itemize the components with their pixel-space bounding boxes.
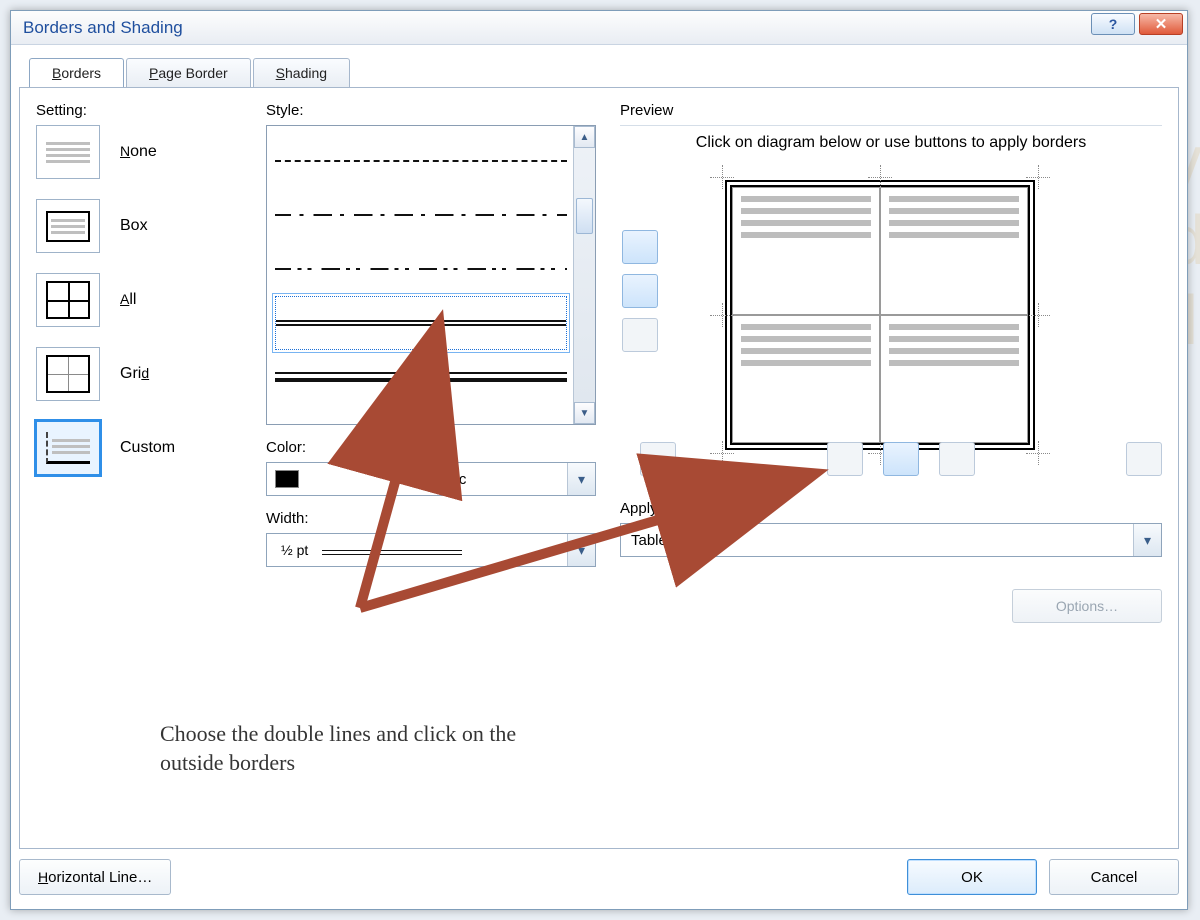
diag-down-button[interactable] [640, 442, 676, 476]
dialog-body: Borders Page Border Shading Setting: Non… [11, 45, 1187, 909]
setting-box[interactable]: Box [36, 199, 266, 253]
color-combo[interactable]: Automatic [266, 462, 596, 496]
window-title: Borders and Shading [17, 18, 183, 38]
titlebar: Borders and Shading ? ✕ [11, 11, 1187, 45]
style-dash-dot[interactable] [275, 188, 567, 242]
apply-to-row: Apply to: Table Options… [620, 500, 1162, 557]
cancel-button[interactable]: Cancel [1049, 859, 1179, 895]
border-bottom-button[interactable] [622, 318, 658, 352]
diag-up-button[interactable] [1126, 442, 1162, 476]
style-triple[interactable] [275, 350, 567, 404]
style-dashed[interactable] [275, 134, 567, 188]
setting-none-icon [36, 125, 100, 179]
close-button[interactable]: ✕ [1139, 13, 1183, 35]
border-top-button[interactable] [622, 230, 658, 264]
settings-label: Setting: [36, 102, 266, 119]
setting-grid-icon [36, 347, 100, 401]
style-double[interactable] [275, 296, 567, 350]
titlebar-buttons: ? ✕ [1091, 13, 1183, 35]
apply-to-value: Table [621, 532, 1133, 549]
setting-all-icon [36, 273, 100, 327]
preview-label: Preview [620, 102, 1162, 119]
width-value: ½ pt [281, 542, 308, 558]
scroll-up-icon[interactable]: ▲ [574, 126, 595, 148]
horizontal-line-button[interactable]: Horizontal Line… [19, 859, 171, 895]
width-combo[interactable]: ½ pt [266, 533, 596, 567]
preview-hint: Click on diagram below or use buttons to… [660, 134, 1122, 152]
style-scrollbar[interactable]: ▲ ▼ [573, 126, 595, 424]
dialog-footer: Horizontal Line… OK Cancel [19, 855, 1179, 899]
color-swatch-icon [275, 470, 299, 488]
border-right-button[interactable] [939, 442, 975, 476]
scroll-down-icon[interactable]: ▼ [574, 402, 595, 424]
setting-grid[interactable]: Grid [36, 347, 266, 401]
apply-to-combo[interactable]: Table [620, 523, 1162, 557]
chevron-down-icon[interactable] [567, 463, 595, 495]
apply-to-label: Apply to: [620, 500, 1162, 517]
width-label: Width: [266, 510, 596, 527]
scroll-thumb[interactable] [576, 198, 593, 234]
color-value: Automatic [299, 471, 567, 488]
setting-all[interactable]: All [36, 273, 266, 327]
color-label: Color: [266, 439, 596, 456]
preview-column: Preview Click on diagram below or use bu… [596, 102, 1162, 838]
ok-button[interactable]: OK [907, 859, 1037, 895]
help-button[interactable]: ? [1091, 13, 1135, 35]
setting-custom-icon [36, 421, 100, 475]
setting-box-icon [36, 199, 100, 253]
inside-vertical-button[interactable] [883, 442, 919, 476]
tab-borders[interactable]: Borders [29, 58, 124, 87]
preview-diagram[interactable] [730, 185, 1030, 445]
tab-page-border[interactable]: Page Border [126, 58, 251, 87]
dialog-borders-and-shading: Borders and Shading ? ✕ Borders Page Bor… [10, 10, 1188, 910]
tab-strip: Borders Page Border Shading [29, 57, 1177, 86]
chevron-down-icon[interactable] [567, 534, 595, 566]
width-sample-icon [322, 550, 462, 555]
preview-area [620, 170, 1162, 470]
chevron-down-icon[interactable] [1133, 524, 1161, 556]
style-listbox[interactable]: ▲ ▼ [266, 125, 596, 425]
setting-custom[interactable]: Custom [36, 421, 266, 475]
inside-horizontal-button[interactable] [622, 274, 658, 308]
tab-shading[interactable]: Shading [253, 58, 350, 87]
annotation-text: Choose the double lines and click on the… [160, 719, 530, 778]
setting-none[interactable]: None [36, 125, 266, 179]
tab-panel-borders: Setting: None Box [19, 87, 1179, 849]
preview-side-buttons [622, 230, 658, 352]
style-dash-dot-dot[interactable] [275, 242, 567, 296]
style-label: Style: [266, 102, 596, 119]
preview-bottom-buttons [620, 442, 1162, 476]
border-left-button[interactable] [827, 442, 863, 476]
options-button: Options… [1012, 589, 1162, 623]
